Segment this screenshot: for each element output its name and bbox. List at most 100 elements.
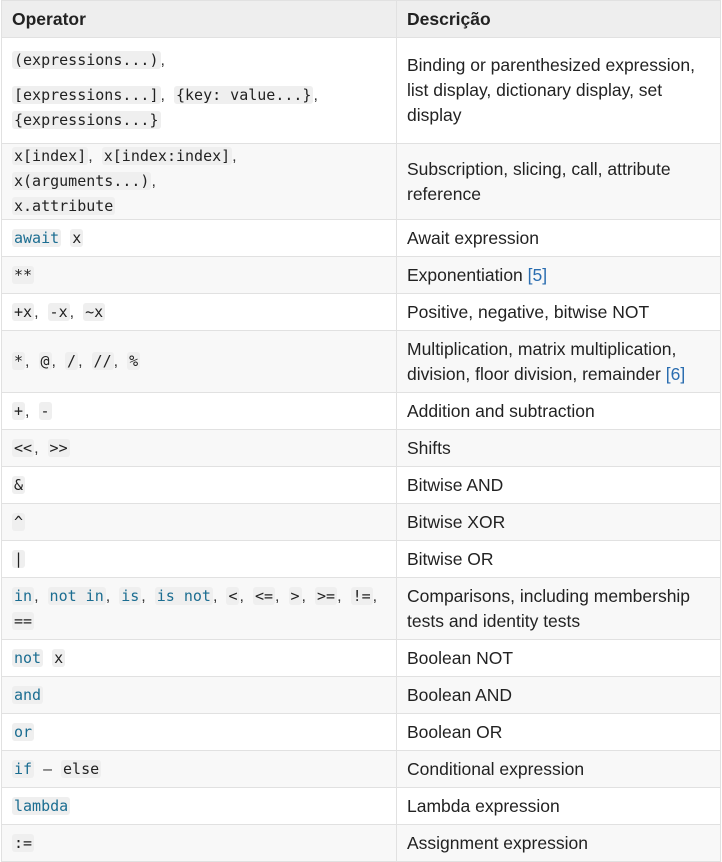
description-cell: Boolean NOT [396, 639, 721, 677]
code-token: {key: value...} [173, 86, 314, 104]
keyword-token: in [12, 586, 35, 605]
table-row: if – else Conditional expression [1, 750, 721, 788]
operator-cell: in, not in, is, is not, <, <=, >, >=, !=… [1, 577, 397, 640]
table-row: x[index], x[index:index], x(arguments...… [1, 143, 721, 220]
footnote-link[interactable]: [5] [528, 265, 547, 285]
keyword-token: lambda [12, 796, 71, 815]
code-token: ~x [83, 302, 106, 321]
description-column-header: Descrição [396, 0, 721, 38]
code-token: ** [12, 265, 35, 284]
table-row: +x, -x, ~x Positive, negative, bitwise N… [1, 293, 721, 331]
separator: , [88, 148, 93, 165]
description-cell: Bitwise AND [396, 466, 721, 504]
description-cell: Await expression [396, 219, 721, 257]
operator-cell: & [1, 466, 397, 504]
footnote-link[interactable]: [6] [666, 364, 685, 384]
table-row: ^ Bitwise XOR [1, 503, 721, 541]
operator-cell: not x [1, 639, 397, 677]
code-token: <= [252, 586, 276, 605]
keyword-token: is [119, 586, 142, 605]
code-token: x [70, 228, 84, 247]
description-text: Multiplication, matrix multiplication, d… [407, 338, 677, 384]
table-row: ** Exponentiation [5] [1, 256, 721, 294]
description-cell: Binding or parenthesized expression, lis… [396, 37, 721, 144]
operator-cell: +x, -x, ~x [1, 293, 397, 331]
code-token: x[index] [12, 147, 89, 165]
code-token: == [12, 611, 35, 630]
description-cell: Comparisons, including membership tests … [396, 577, 721, 640]
description-cell: Bitwise XOR [396, 503, 721, 541]
description-cell: Exponentiation [5] [396, 256, 721, 294]
description-cell: Positive, negative, bitwise NOT [396, 293, 721, 331]
code-token: > [288, 586, 302, 605]
keyword-token: if [12, 759, 35, 778]
operator-cell: or [1, 713, 397, 751]
operator-cell: await x [1, 219, 397, 257]
code-token: x[index:index] [101, 147, 233, 165]
code-token: := [12, 833, 35, 852]
code-token: / [65, 352, 79, 370]
description-cell: Subscription, slicing, call, attribute r… [396, 143, 721, 220]
code-token: ^ [12, 512, 26, 531]
code-token: & [12, 475, 26, 494]
operator-cell: and [1, 676, 397, 714]
table-row: & Bitwise AND [1, 466, 721, 504]
keyword-token: or [12, 722, 35, 741]
table-row: <<, >> Shifts [1, 429, 721, 467]
operator-cell: +, - [1, 392, 397, 430]
code-token: x.attribute [12, 197, 116, 215]
code-token: (expressions...) [12, 51, 161, 69]
code-token: + [12, 401, 26, 420]
separator: , [151, 173, 156, 190]
operator-cell: ** [1, 256, 397, 294]
table-row: := Assignment expression [1, 824, 721, 862]
description-cell: Conditional expression [396, 750, 721, 788]
code-token: {expressions...} [12, 111, 161, 129]
separator: , [232, 148, 237, 165]
description-cell: Shifts [396, 429, 721, 467]
table-row: lambda Lambda expression [1, 787, 721, 825]
table-row: or Boolean OR [1, 713, 721, 751]
operator-precedence-table: Operator Descrição (expressions...), [ex… [1, 0, 721, 862]
code-token: [expressions...] [12, 86, 161, 104]
separator: , [160, 52, 165, 69]
operator-cell: *, @, /, //, % [1, 330, 397, 393]
code-token: +x [12, 302, 35, 321]
description-cell: Addition and subtraction [396, 392, 721, 430]
description-cell: Lambda expression [396, 787, 721, 825]
separator: , [313, 87, 318, 104]
operator-cell: (expressions...), [expressions...], {key… [1, 37, 397, 144]
code-token: - [38, 401, 52, 420]
code-token: // [91, 352, 114, 370]
code-token: | [12, 549, 26, 568]
dash-separator: – [43, 760, 52, 778]
code-token: >> [47, 438, 70, 457]
table-row: | Bitwise OR [1, 540, 721, 578]
operator-cell: lambda [1, 787, 397, 825]
code-token: x(arguments...) [12, 172, 152, 190]
code-token: < [226, 586, 240, 605]
keyword-token: and [12, 685, 44, 704]
code-token: x [52, 648, 66, 667]
operator-cell: := [1, 824, 397, 862]
operator-cell: <<, >> [1, 429, 397, 467]
description-cell: Boolean OR [396, 713, 721, 751]
table-row: +, - Addition and subtraction [1, 392, 721, 430]
table-row: in, not in, is, is not, <, <=, >, >=, !=… [1, 577, 721, 640]
code-token: else [61, 759, 102, 778]
keyword-token: await [12, 228, 62, 247]
code-token: -x [47, 302, 70, 321]
operator-column-header: Operator [1, 0, 397, 38]
operator-cell: | [1, 540, 397, 578]
table-header-row: Operator Descrição [1, 0, 721, 38]
code-token: >= [315, 586, 338, 605]
table-row: not x Boolean NOT [1, 639, 721, 677]
description-cell: Multiplication, matrix multiplication, d… [396, 330, 721, 393]
table-row: and Boolean AND [1, 676, 721, 714]
description-text: Exponentiation [407, 264, 523, 285]
description-cell: Boolean AND [396, 676, 721, 714]
code-token: * [12, 352, 26, 370]
table-row: *, @, /, //, % Multiplication, matrix mu… [1, 330, 721, 393]
code-token: << [12, 438, 35, 457]
code-token: % [127, 352, 141, 370]
